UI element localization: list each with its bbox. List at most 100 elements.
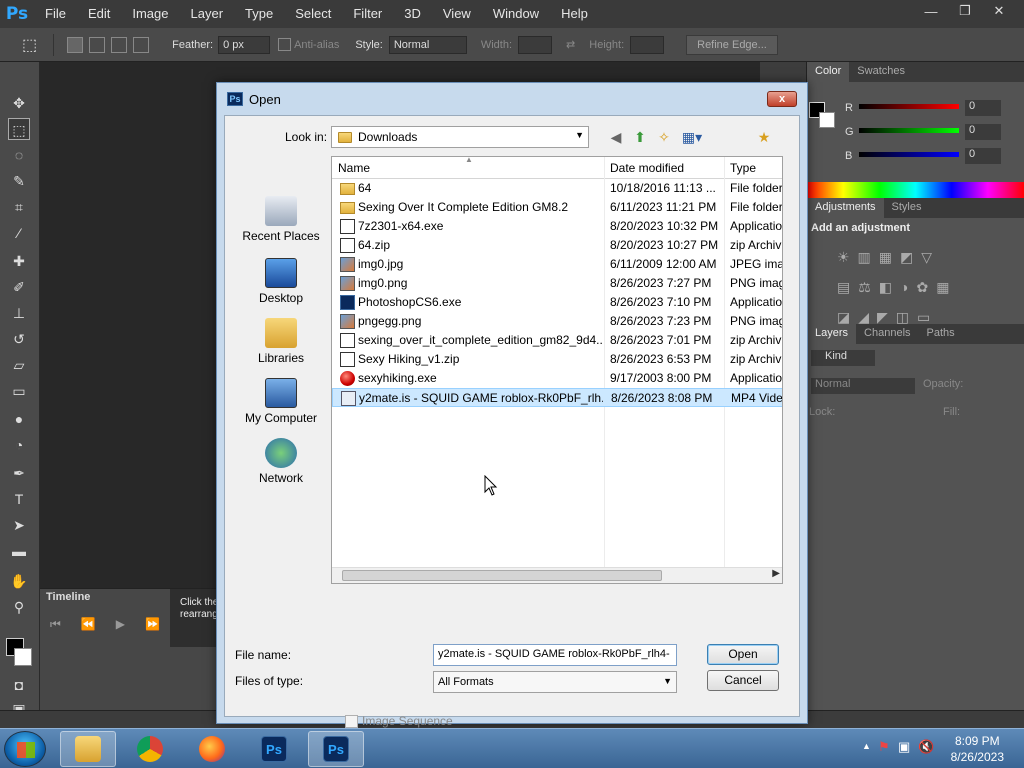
blur-tool-icon[interactable]: ● [8,408,30,430]
blend-mode-select[interactable]: Normal [811,378,915,394]
path-select-icon[interactable]: ➤ [8,514,30,536]
new-folder-icon[interactable]: ✧ [653,126,675,148]
open-button[interactable]: Open [707,644,779,665]
close-window-button[interactable]: ✕ [982,0,1016,22]
flag-icon[interactable]: ⚑ [878,739,890,755]
place-libraries[interactable]: Libraries [233,318,329,365]
scroll-right-icon[interactable]: ▶ [772,568,780,579]
file-row[interactable]: img0.jpg 6/11/2009 12:00 AM JPEG imag [332,255,782,274]
file-row[interactable]: sexyhiking.exe 9/17/2003 8:00 PM Applicati… [332,369,782,388]
subtract-selection-icon[interactable] [111,36,128,53]
first-frame-icon[interactable]: ⏮ [50,617,61,632]
scrollbar-thumb[interactable] [342,570,662,581]
zoom-tool-icon[interactable]: ⚲ [8,596,30,618]
files-of-type-dropdown[interactable]: All Formats ▼ [433,671,677,693]
file-row[interactable]: PhotoshopCS6.exe 8/26/2023 7:10 PM Applica… [332,293,782,312]
file-row-selected[interactable]: y2mate.is - SQUID GAME roblox-Rk0PbF_rlh… [332,388,782,407]
clock[interactable]: 8:09 PM 8/26/2023 [951,733,1004,765]
gradient-tool-icon[interactable]: ▭ [8,380,30,402]
tab-swatches[interactable]: Swatches [849,62,913,82]
menu-edit[interactable]: Edit [77,0,121,28]
cancel-button[interactable]: Cancel [707,670,779,691]
timeline-tab[interactable]: Timeline [46,591,90,603]
menu-help[interactable]: Help [550,0,599,28]
healing-brush-icon[interactable]: ✚ [8,250,30,272]
chevron-down-icon[interactable]: ▼ [663,676,672,686]
menu-type[interactable]: Type [234,0,284,28]
back-icon[interactable]: ◀ [605,126,627,148]
menu-file[interactable]: File [34,0,77,28]
shape-tool-icon[interactable]: ▬ [8,540,30,562]
prev-frame-icon[interactable]: ⏪ [81,617,96,632]
style-select[interactable]: Normal [388,35,467,54]
play-icon[interactable]: ▶ [116,617,125,632]
dodge-tool-icon[interactable]: ◔ [8,434,30,456]
start-button[interactable] [4,731,46,767]
stamp-tool-icon[interactable]: ⊥ [8,302,30,324]
crop-tool-icon[interactable]: ⌗ [8,196,30,218]
dialog-close-button[interactable]: x [767,91,797,107]
channel-g-value[interactable]: 0 [965,124,1001,140]
kind-filter[interactable]: Kind [811,350,875,366]
file-row[interactable]: img0.png 8/26/2023 7:27 PM PNG imag [332,274,782,293]
taskbar-chrome[interactable] [122,731,178,767]
file-row[interactable]: 7z2301-x64.exe 8/20/2023 10:32 PM Applicat… [332,217,782,236]
file-name-input[interactable]: y2mate.is - SQUID GAME roblox-Rk0PbF_rlh… [433,644,677,666]
intersect-selection-icon[interactable] [133,36,150,53]
menu-image[interactable]: Image [121,0,179,28]
feather-input[interactable]: 0 px [218,35,271,54]
column-date-modified[interactable]: Date modified [610,161,684,175]
marquee-tool-icon[interactable]: ⬚ [22,35,37,55]
menu-view[interactable]: View [432,0,482,28]
place-recent-places[interactable]: Recent Places [233,196,329,243]
eraser-icon[interactable]: ▱ [8,354,30,376]
minimize-button[interactable]: — [914,0,948,22]
move-tool-icon[interactable]: ✥ [8,92,30,114]
quick-select-icon[interactable]: ✎ [8,170,30,192]
taskbar-photoshop-installer[interactable]: Ps [246,731,302,767]
channel-b-slider[interactable] [859,152,959,157]
tab-adjustments[interactable]: Adjustments [807,198,884,218]
horizontal-scrollbar[interactable]: ▶ [332,567,782,583]
image-sequence-option[interactable]: Image Sequence [345,714,453,728]
menu-3d[interactable]: 3D [393,0,432,28]
file-row[interactable]: sexing_over_it_complete_edition_gm82_9d4… [332,331,782,350]
new-selection-icon[interactable] [67,36,84,53]
file-row[interactable]: Sexing Over It Complete Edition GM8.2 6/1… [332,198,782,217]
network-tray-icon[interactable]: ▣ [898,739,910,755]
volume-icon[interactable]: 🔇 [918,739,934,755]
place-network[interactable]: Network [233,438,329,485]
lasso-tool-icon[interactable]: ◌ [8,144,30,166]
taskbar-photoshop[interactable]: Ps [308,731,364,767]
swap-icon[interactable]: ⇄ [566,38,575,51]
favorite-folder-icon[interactable]: ★ [753,126,775,148]
up-folder-icon[interactable]: ⬆ [629,126,651,148]
bg-color-chip[interactable] [819,112,835,128]
image-sequence-checkbox[interactable] [345,714,358,728]
file-row[interactable]: pngegg.png 8/26/2023 7:23 PM PNG imag [332,312,782,331]
pen-tool-icon[interactable]: ✒ [8,462,30,484]
color-spectrum-bar[interactable] [807,182,1024,198]
file-row[interactable]: 64 10/18/2016 11:13 ... File folder [332,179,782,198]
width-input[interactable] [518,35,553,54]
file-row[interactable]: 64.zip 8/20/2023 10:27 PM zip Archiv [332,236,782,255]
taskbar-firefox[interactable] [184,731,240,767]
channel-r-slider[interactable] [859,104,959,109]
file-row[interactable]: Sexy Hiking_v1.zip 8/26/2023 6:53 PM zip A… [332,350,782,369]
look-in-dropdown[interactable]: Downloads ▼ [331,126,589,148]
taskbar-explorer[interactable] [60,731,116,767]
type-tool-icon[interactable]: T [8,488,30,510]
marquee-tool-icon[interactable]: ⬚ [8,118,30,140]
place-desktop[interactable]: Desktop [233,258,329,305]
background-color-swatch[interactable] [14,648,32,666]
view-menu-icon[interactable]: ▦▾ [677,126,707,148]
file-list[interactable]: Name ▲ Date modified Type 64 10/18/2016 1… [331,156,783,584]
channel-r-value[interactable]: 0 [965,100,1001,116]
channel-b-value[interactable]: 0 [965,148,1001,164]
height-input[interactable] [630,35,665,54]
column-name[interactable]: Name [338,161,370,175]
channel-g-slider[interactable] [859,128,959,133]
add-selection-icon[interactable] [89,36,106,53]
tab-color[interactable]: Color [807,62,850,82]
menu-filter[interactable]: Filter [342,0,393,28]
